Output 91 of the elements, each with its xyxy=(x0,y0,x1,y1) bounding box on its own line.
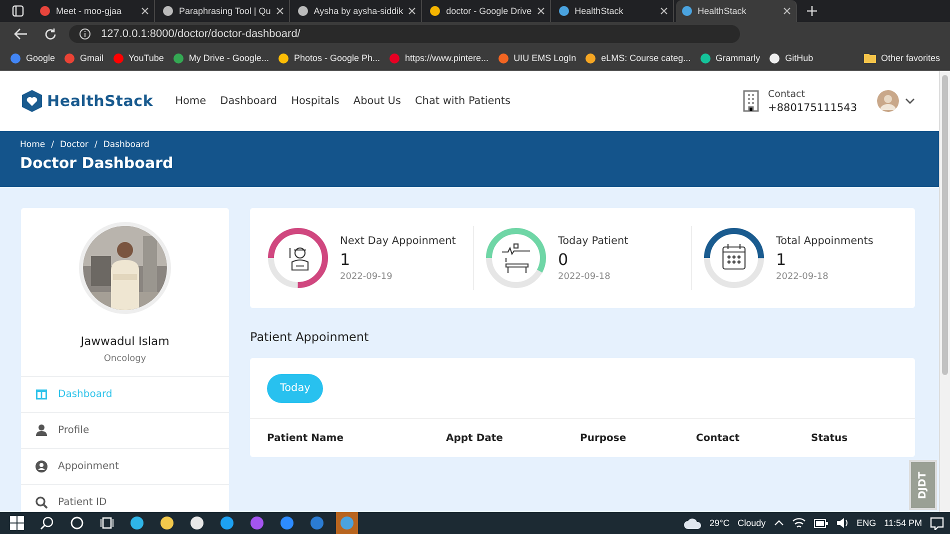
close-icon[interactable] xyxy=(660,7,668,15)
stat-label: Next Day Appoinment xyxy=(340,234,456,246)
volume-icon[interactable] xyxy=(836,517,849,529)
wifi-icon[interactable] xyxy=(792,517,806,529)
columns-icon xyxy=(35,388,48,401)
progress-ring-icon xyxy=(702,226,766,290)
bookmark-link[interactable]: UIU EMS LogIn xyxy=(498,52,576,64)
nav-link[interactable]: Chat with Patients xyxy=(414,95,510,107)
bookmark-link[interactable]: YouTube xyxy=(112,52,164,64)
chevron-up-icon[interactable] xyxy=(774,520,784,526)
site-icon xyxy=(162,5,174,17)
column-header: Purpose xyxy=(580,432,628,444)
nav-link[interactable]: Hospitals xyxy=(291,95,340,107)
bookmark-link[interactable]: GitHub xyxy=(769,52,814,64)
other-favorites-link[interactable]: Other favorites xyxy=(864,53,940,63)
nav-link[interactable]: About Us xyxy=(353,95,401,107)
stat-date: 2022-09-18 xyxy=(558,272,612,282)
stat-label: Today Patient xyxy=(558,234,628,246)
site-icon xyxy=(558,5,570,17)
section-title: Patient Appoinment xyxy=(250,330,370,344)
close-icon[interactable] xyxy=(782,7,791,15)
nav-link[interactable]: Dashboard xyxy=(220,95,278,107)
column-header: Contact xyxy=(696,432,741,444)
search-icon xyxy=(35,496,48,509)
language-indicator[interactable]: ENG xyxy=(856,518,876,528)
close-icon[interactable] xyxy=(408,7,416,15)
close-icon[interactable] xyxy=(536,7,545,15)
column-header: Patient Name xyxy=(267,432,344,444)
notification-icon[interactable] xyxy=(930,516,944,530)
contact-phone: +880175111543 xyxy=(768,102,857,114)
user-circle-icon xyxy=(35,460,48,473)
site-icon xyxy=(112,52,124,64)
scrollbar[interactable] xyxy=(939,71,950,512)
site-icon xyxy=(278,52,289,64)
chevron-down-icon[interactable] xyxy=(905,98,915,104)
breadcrumb-link[interactable]: Doctor xyxy=(60,140,88,150)
site-icon xyxy=(296,5,309,17)
close-icon[interactable] xyxy=(276,7,284,15)
stat-value: 0 xyxy=(558,250,570,268)
column-header: Appt Date xyxy=(446,432,504,444)
sidebar-menu-item[interactable]: Profile xyxy=(21,412,229,448)
browser-tab[interactable]: HealthStack xyxy=(676,0,797,22)
site-icon xyxy=(585,52,596,64)
site-icon xyxy=(680,5,693,17)
breadcrumb-separator: / xyxy=(51,140,54,150)
site-icon xyxy=(10,52,21,64)
stat-value: 1 xyxy=(776,250,788,268)
site-icon xyxy=(389,52,400,64)
site-icon xyxy=(769,52,780,64)
progress-ring-icon xyxy=(266,226,330,290)
breadcrumb-link[interactable]: Home xyxy=(20,140,46,150)
heart-shield-logo-icon xyxy=(20,89,44,113)
column-header: Status xyxy=(811,432,848,444)
cloud-icon xyxy=(684,518,702,528)
progress-ring-icon xyxy=(484,226,548,290)
clock-text[interactable]: 11:54 PM xyxy=(884,518,922,528)
bookmark-link[interactable]: My Drive - Google... xyxy=(172,52,269,64)
bookmark-link[interactable]: Grammarly xyxy=(700,52,760,64)
address-field[interactable]: 127.0.0.1:8000/doctor/doctor-dashboard/ xyxy=(69,25,740,43)
site-icon xyxy=(700,52,711,64)
building-icon xyxy=(742,90,760,112)
breadcrumb-link[interactable]: Dashboard xyxy=(103,140,150,150)
weather-text: Cloudy xyxy=(738,518,766,528)
site-icon xyxy=(429,5,442,17)
site-icon xyxy=(498,52,509,64)
nav-link[interactable]: Home xyxy=(175,95,206,107)
person-icon xyxy=(35,424,48,437)
doctor-department: Oncology xyxy=(104,354,146,364)
close-icon[interactable] xyxy=(141,7,149,15)
bookmark-link[interactable]: Google xyxy=(10,52,56,64)
folder-icon xyxy=(864,53,876,63)
stat-value: 1 xyxy=(340,250,352,268)
bookmark-link[interactable]: Gmail xyxy=(64,52,104,64)
site-icon xyxy=(39,5,51,17)
stat-date: 2022-09-18 xyxy=(776,272,830,282)
stat-date: 2022-09-19 xyxy=(340,272,394,282)
breadcrumb-separator: / xyxy=(94,140,98,150)
bookmark-link[interactable]: Photos - Google Ph... xyxy=(278,52,380,64)
doctor-name: Jawwadul Islam xyxy=(80,334,170,348)
temperature-text: 29°C xyxy=(710,518,730,528)
site-logo[interactable]: HealthStack xyxy=(47,92,154,110)
bookmark-link[interactable]: https://www.pintere... xyxy=(389,52,489,64)
sidebar-menu-item[interactable]: Appoinment xyxy=(21,448,229,484)
site-icon xyxy=(64,52,76,64)
page-title: Doctor Dashboard xyxy=(20,154,174,172)
info-icon[interactable] xyxy=(79,28,91,40)
stat-label: Total Appoinments xyxy=(776,234,874,246)
battery-icon[interactable] xyxy=(814,518,828,528)
site-icon xyxy=(172,52,184,64)
contact-label: Contact xyxy=(768,88,806,100)
bookmark-link[interactable]: eLMS: Course categ... xyxy=(585,52,691,64)
